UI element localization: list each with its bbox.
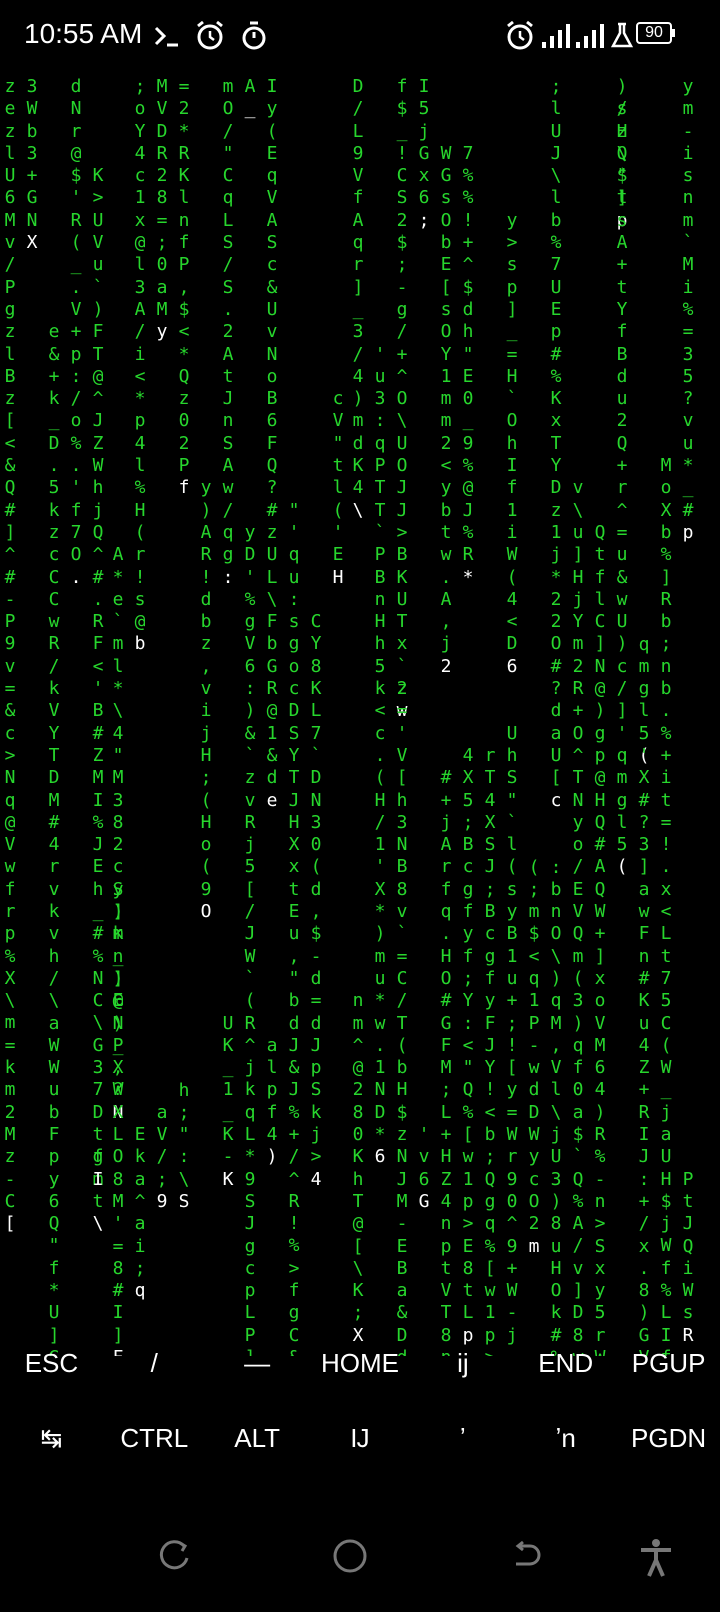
signal-icon bbox=[542, 24, 570, 48]
matrix-column: m O / " C q L S / S . 2 A t J n S A w / … bbox=[222, 76, 234, 588]
matrix-column: K > U V u ` ) F T @ ^ J Z W h j Q ^ # . … bbox=[92, 165, 104, 1235]
matrix-column: f $ _ ! C S 2 $ ; - g / + ^ O \ U O J J … bbox=[396, 76, 408, 722]
home-icon[interactable] bbox=[332, 1538, 368, 1574]
battery-icon: 90 bbox=[636, 22, 672, 44]
matrix-column: a l p f 4 ) bbox=[266, 1034, 278, 1168]
matrix-column: ' v 6 G bbox=[418, 1124, 430, 1212]
matrix-column: y D ' % g V 6 : ) & ` z v R j 5 [ / J W … bbox=[244, 522, 256, 1356]
matrix-column: A _ bbox=[244, 76, 256, 120]
matrix-column: I 5 j G x 6 ; bbox=[418, 76, 430, 231]
matrix-column: 3 W b 3 + G N X bbox=[26, 76, 38, 254]
key-alt[interactable]: ALT bbox=[206, 1401, 309, 1476]
matrix-column: ( ; m $ < q 1 P - w d D W y c O 2 m bbox=[528, 856, 540, 1257]
matrix-column: I y ( E q V A S c & U v N o B 6 F Q ? # … bbox=[266, 76, 278, 811]
matrix-column: y ) A R ! d b z , v i j H ; ( H o ( 9 O bbox=[200, 477, 212, 923]
status-bar: 10:55 AM 90 bbox=[0, 0, 720, 72]
key-pgup[interactable]: PGUP bbox=[617, 1326, 720, 1401]
matrix-column: z = ' V [ h 3 N B 8 v ` = C / T ( b H $ … bbox=[396, 678, 408, 1356]
matrix-column: S ) m n ) @ N P , W X L O 8 M ' = 8 # I … bbox=[112, 878, 124, 1356]
matrix-column: # + j A r f q . H O # G F M ; L + H Z 4 … bbox=[440, 767, 452, 1356]
matrix-column: a V / ; 9 bbox=[156, 1101, 168, 1212]
clock: 10:55 AM bbox=[24, 18, 143, 49]
extra-keys-row-2: ↹ CTRL ALT Ĳ ʼ ʼn PGDN bbox=[0, 1401, 720, 1476]
key-tab[interactable]: ↹ bbox=[0, 1401, 103, 1476]
matrix-column: P t J Q i W s R bbox=[682, 1168, 694, 1346]
key-home[interactable]: HOME bbox=[309, 1326, 412, 1401]
matrix-column: e & + k _ D . 5 k z c C C w R / k V Y T … bbox=[48, 321, 60, 1356]
matrix-column: ; o Y 4 c 1 x @ l 3 A / i < * p 4 l % H … bbox=[134, 76, 146, 655]
key-ij-capital[interactable]: Ĳ bbox=[309, 1401, 412, 1476]
extra-keys-row-1: ESC / — HOME ij END PGUP bbox=[0, 1326, 720, 1401]
matrix-column: : b n O \ ) q M , V l \ j U 3 ) 8 u H O … bbox=[550, 856, 562, 1357]
key-pgdn[interactable]: PGDN bbox=[617, 1401, 720, 1476]
matrix-column: z e z l U 6 M v / P g z l B z [ < & Q # … bbox=[4, 76, 16, 1235]
key-n-apostrophe[interactable]: ʼn bbox=[514, 1401, 617, 1476]
matrix-column: D / L 9 V f A q r ] _ 3 / 4 ) m d K 4 \ bbox=[352, 76, 364, 521]
matrix-column: y m - i s n m ` M i % = 3 5 ? v u * _ # … bbox=[682, 76, 694, 543]
accessibility-icon[interactable] bbox=[638, 1538, 674, 1578]
terminal-icon bbox=[154, 26, 178, 47]
matrix-column: " ' q u : s g o c D S Y T J H X x t E u … bbox=[288, 499, 300, 1356]
flask-icon bbox=[610, 22, 634, 48]
matrix-column: f I bbox=[92, 1146, 104, 1190]
timer-icon bbox=[242, 21, 266, 50]
matrix-column: ; l U J \ l b % 7 U E p # % K x T Y D z … bbox=[550, 76, 562, 811]
battery-tip bbox=[672, 29, 675, 37]
alarm-icon bbox=[507, 20, 533, 50]
key-end[interactable]: END bbox=[514, 1326, 617, 1401]
signal-icon bbox=[576, 24, 604, 48]
back-icon[interactable] bbox=[508, 1538, 542, 1572]
key-dash[interactable]: — bbox=[206, 1326, 309, 1401]
recents-icon[interactable] bbox=[158, 1538, 192, 1572]
matrix-column: ' u 3 : q P T T ` P B n H h 5 k < c . ( … bbox=[374, 343, 386, 1168]
key-apostrophe[interactable]: ʼ bbox=[411, 1401, 514, 1476]
matrix-column: W G s O b E [ s O Y 1 m m 2 < y b t w . … bbox=[440, 142, 452, 677]
matrix-column: n m ^ @ 2 8 0 K h T @ [ \ K ; X bbox=[352, 990, 364, 1346]
matrix-column: c V " t l ( ' E H bbox=[332, 388, 344, 588]
matrix-column: M V D R 2 8 = ; 0 a M y bbox=[156, 76, 168, 343]
alarm-icon bbox=[197, 20, 223, 50]
matrix-column: y > s p ] _ = H ` O h I f 1 i W ( 4 < D … bbox=[506, 209, 518, 677]
key-esc[interactable]: ESC bbox=[0, 1326, 103, 1401]
key-ctrl[interactable]: CTRL bbox=[103, 1401, 206, 1476]
matrix-column: C Y 8 K L 7 ` D N 3 0 ( d , $ - d = d J … bbox=[310, 611, 322, 1190]
matrix-column: U h S " ` l ( s y B 1 u + ; ! [ y = W r … bbox=[506, 722, 518, 1356]
matrix-column: h ; " : \ S bbox=[178, 1079, 190, 1212]
matrix-column: r T 4 X S J ; B c g f y F J Y ! < b ; Q … bbox=[484, 745, 496, 1356]
matrix-column: E k a ^ a i ; q bbox=[134, 1124, 146, 1302]
matrix-column: v \ u ] H j Y m 2 R + O ^ T N y o / E V … bbox=[572, 477, 584, 1356]
key-slash[interactable]: / bbox=[103, 1326, 206, 1401]
matrix-column: d N r @ $ ' R ( _ . V + p : / o % . ' f … bbox=[70, 76, 82, 588]
navigation-bar bbox=[0, 1520, 720, 1612]
matrix-column: 7 % % ! + ^ $ d h " E 0 _ 9 % @ J % R * bbox=[462, 142, 474, 588]
terminal-matrix-output[interactable]: z e z l U 6 M v / P g z l B z [ < & Q # … bbox=[0, 76, 720, 1356]
matrix-column: ' X # ? 3 ] a w F n # K u 4 Z + R I J : … bbox=[638, 745, 650, 1356]
matrix-column: = 2 * R K l n f P , $ < * Q z 0 2 P f bbox=[178, 76, 190, 499]
matrix-column: s H \ $ t s A + t Y f B d u 2 Q + r ^ = … bbox=[616, 98, 628, 878]
matrix-column: U K _ 1 _ K - K bbox=[222, 1012, 234, 1190]
matrix-column: 4 X 5 ; B c g f y f ; Y : < " Q % [ w 1 … bbox=[462, 745, 474, 1346]
battery-level: 90 bbox=[645, 24, 663, 41]
matrix-column: M o X b % ] R b ; n b . % + i t = ! . x … bbox=[660, 455, 672, 1356]
matrix-column: Q t f l C ] N @ ) g p @ H Q # A Q W + ] … bbox=[594, 522, 606, 1356]
key-ij[interactable]: ij bbox=[411, 1326, 514, 1401]
